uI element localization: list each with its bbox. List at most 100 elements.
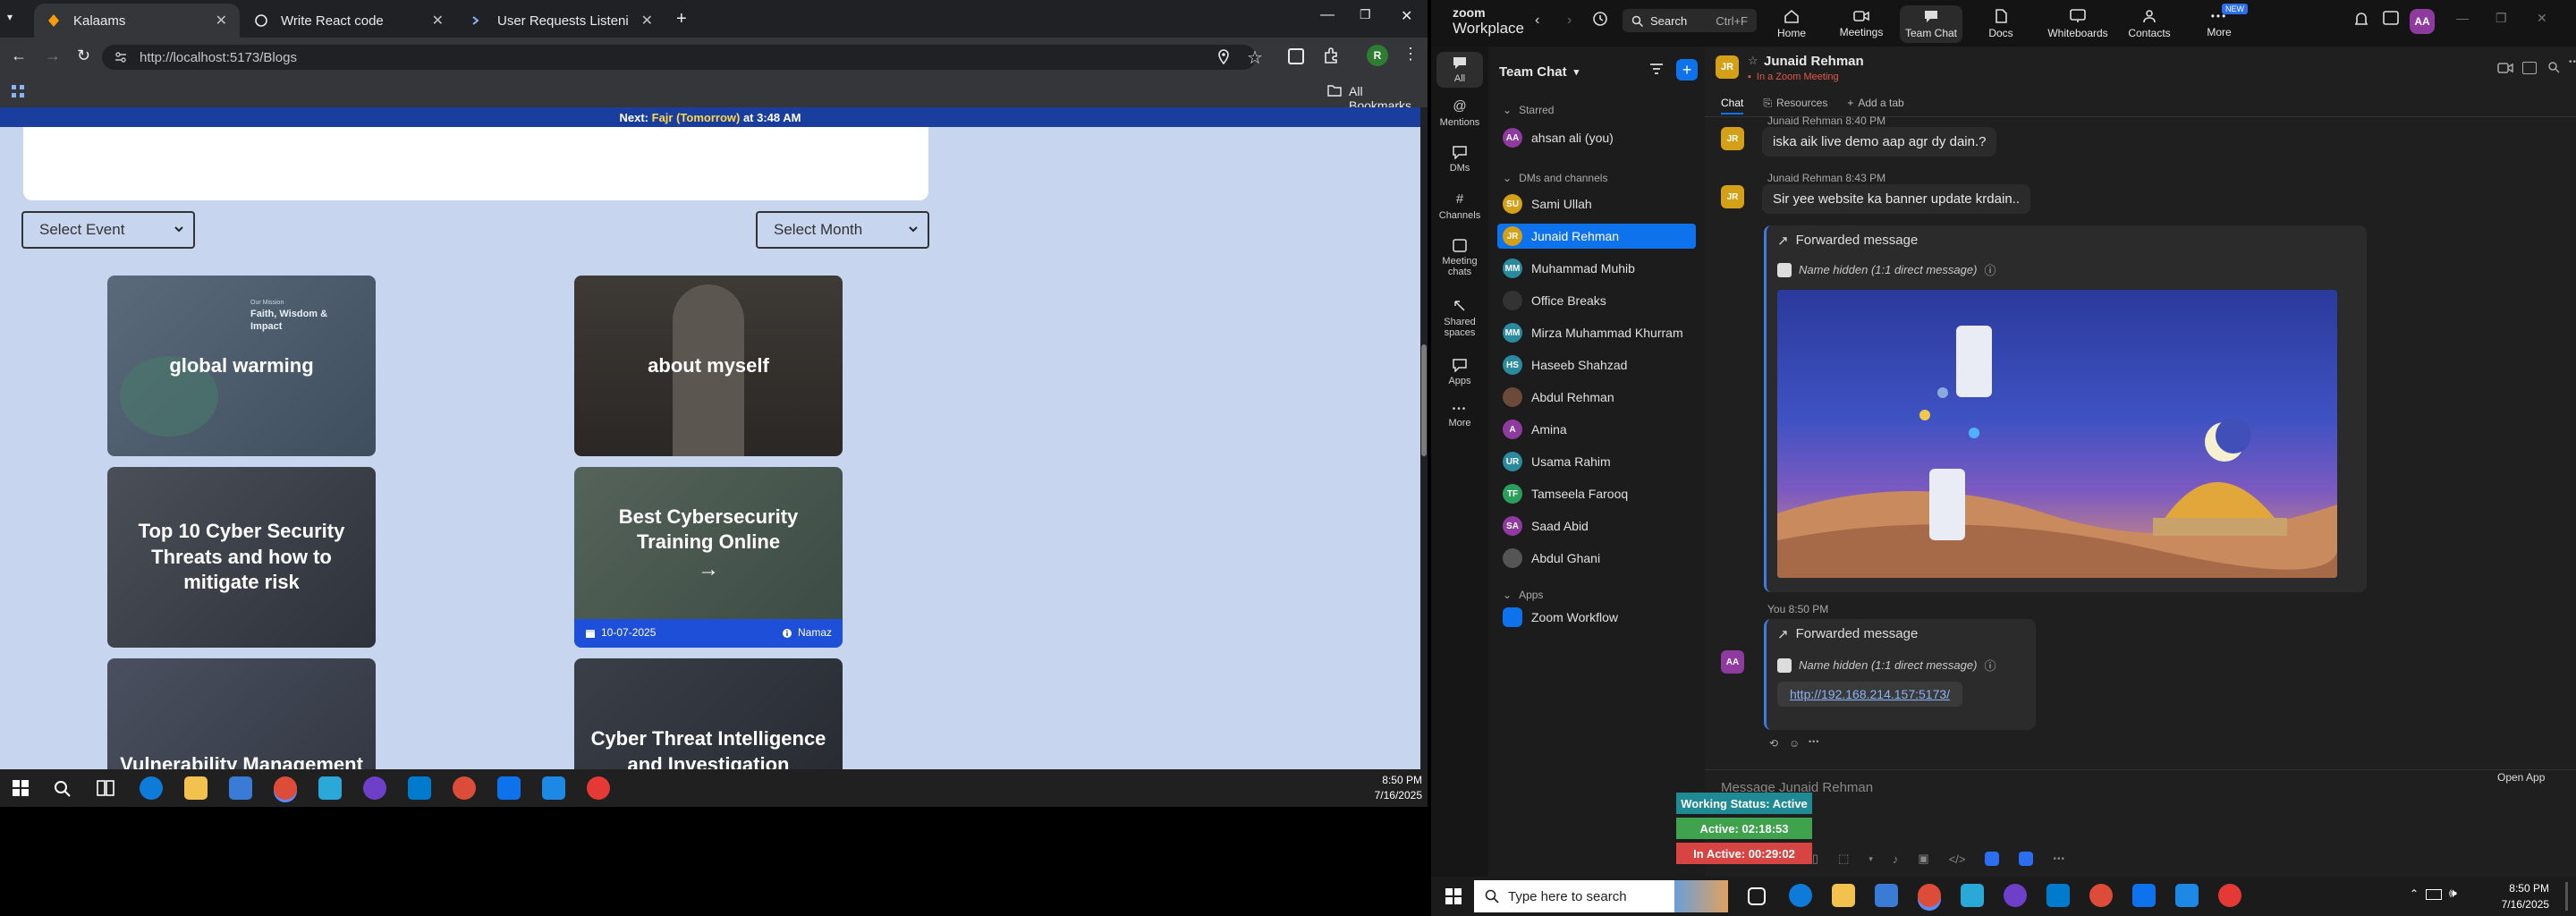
file-explorer-icon[interactable] bbox=[184, 776, 208, 800]
blog-card[interactable]: Cyber Threat Intelligence and Investigat… bbox=[574, 658, 843, 769]
nav-home[interactable]: Home bbox=[1760, 5, 1823, 43]
screen-share-icon[interactable] bbox=[2522, 62, 2537, 74]
star-icon[interactable]: ☆ bbox=[1748, 54, 1758, 68]
taskbar-search[interactable]: Type here to search bbox=[1474, 880, 1728, 912]
new-chat-plus-icon[interactable]: + bbox=[1676, 59, 1698, 81]
snipping-tool-icon[interactable] bbox=[587, 776, 610, 800]
shared-link[interactable]: http://192.168.214.157:5173/ bbox=[1777, 682, 1963, 707]
github-icon[interactable] bbox=[2004, 884, 2027, 907]
apps-panel-icon[interactable] bbox=[2383, 11, 2399, 25]
bookmark-star-icon[interactable]: ☆ bbox=[1247, 47, 1263, 69]
close-icon[interactable]: ✕ bbox=[2537, 11, 2547, 26]
app-row[interactable]: Zoom Workflow bbox=[1497, 605, 1696, 630]
close-tab-icon[interactable]: ✕ bbox=[432, 12, 444, 30]
code-snippet-icon[interactable]: </> bbox=[1949, 852, 1966, 866]
chevron-down-icon[interactable]: ▾ bbox=[1868, 854, 1873, 864]
contact-row[interactable]: JR Junaid Rehman bbox=[1497, 224, 1696, 249]
rail-channels[interactable]: # Channels bbox=[1431, 191, 1488, 221]
nav-whiteboards[interactable]: Whiteboards bbox=[2039, 5, 2116, 43]
blog-card[interactable]: about myself bbox=[574, 276, 843, 456]
chrome-profile-icon[interactable] bbox=[2089, 884, 2113, 907]
restore-icon[interactable]: ❐ bbox=[1360, 7, 1371, 22]
nav-meetings[interactable]: Meetings bbox=[1830, 5, 1893, 43]
contact-row[interactable]: MM Mirza Muhammad Khurram bbox=[1497, 320, 1696, 345]
microphone-icon[interactable]: ♪ bbox=[1893, 852, 1899, 866]
vpn-icon[interactable] bbox=[318, 776, 342, 800]
close-window-icon[interactable]: ✕ bbox=[1401, 7, 1412, 25]
nav-team-chat[interactable]: Team Chat bbox=[1900, 5, 1962, 43]
minimize-icon[interactable]: — bbox=[2456, 11, 2469, 25]
edge-icon[interactable] bbox=[140, 776, 163, 800]
reply-icon[interactable]: ⟲ bbox=[1769, 737, 1778, 750]
contact-row[interactable]: TF Tamseela Farooq bbox=[1497, 481, 1696, 506]
address-bar[interactable]: http://localhost:5173/Blogs bbox=[102, 45, 1256, 70]
filter-icon[interactable] bbox=[1649, 63, 1664, 75]
rail-dms[interactable]: DMs bbox=[1431, 145, 1488, 174]
rail-mentions[interactable]: @ Mentions bbox=[1431, 98, 1488, 128]
menu-dots-icon[interactable]: ⋮ bbox=[1402, 45, 1419, 64]
windows-start-icon[interactable] bbox=[1445, 888, 1462, 904]
tab-kalaams[interactable]: Kalaams ✕ bbox=[34, 4, 240, 38]
reading-mode-icon[interactable] bbox=[1288, 48, 1304, 64]
select-event-dropdown[interactable]: Select Event bbox=[21, 211, 195, 249]
chat-contact-name[interactable]: Junaid Rehman bbox=[1764, 54, 1864, 69]
forward-icon[interactable]: → bbox=[45, 47, 61, 65]
rail-more[interactable]: ••• More bbox=[1431, 404, 1488, 428]
site-info-icon[interactable] bbox=[114, 51, 127, 64]
vpn-icon[interactable] bbox=[1961, 884, 1984, 907]
team-chat-title[interactable]: Team Chat ▾ bbox=[1499, 64, 1579, 80]
contact-row[interactable]: MM Muhammad Muhib bbox=[1497, 256, 1696, 281]
network-icon[interactable] bbox=[2426, 889, 2442, 900]
volume-icon[interactable]: 🕪 bbox=[2449, 886, 2457, 901]
nav-contacts[interactable]: Contacts bbox=[2118, 5, 2181, 43]
rail-shared-spaces[interactable]: Shared spaces bbox=[1431, 299, 1488, 338]
rail-all[interactable]: All bbox=[1436, 52, 1483, 88]
rail-meeting-chats[interactable]: Meeting chats bbox=[1431, 238, 1488, 277]
github-icon[interactable] bbox=[363, 776, 386, 800]
rail-apps[interactable]: Apps bbox=[1431, 358, 1488, 386]
snipping-tool-icon[interactable] bbox=[2218, 884, 2241, 907]
message-text[interactable]: Sir yee website ka banner update krdain.… bbox=[1762, 184, 2030, 214]
tab-resources[interactable]: ⎘ Resources bbox=[1763, 97, 1827, 114]
dms-section[interactable]: ⌄ DMs and channels bbox=[1503, 172, 1607, 184]
right-clock[interactable]: 8:50 PM 7/16/2025 bbox=[2478, 880, 2549, 912]
photos-icon[interactable] bbox=[542, 776, 565, 800]
more-dots-icon[interactable]: ••• bbox=[2053, 854, 2065, 864]
arrow-right-icon[interactable]: → bbox=[698, 556, 719, 583]
location-icon[interactable] bbox=[1216, 49, 1231, 65]
zoom-icon[interactable] bbox=[2132, 884, 2156, 907]
more-dots-icon[interactable]: ••• bbox=[2569, 57, 2576, 67]
emoji-reaction-icon[interactable]: ☺ bbox=[1789, 737, 1800, 750]
app-integration-icon[interactable] bbox=[2019, 852, 2034, 866]
contact-row[interactable]: UR Usama Rahim bbox=[1497, 449, 1696, 474]
message-text[interactable]: iska aik live demo aap agr dy dain.? bbox=[1762, 127, 1997, 157]
scrollbar-thumb[interactable] bbox=[1421, 344, 1427, 456]
app-integration-icon[interactable] bbox=[1985, 852, 2000, 866]
tab-search-icon[interactable]: ▾ bbox=[7, 11, 13, 23]
zoom-search[interactable]: Search Ctrl+F bbox=[1623, 9, 1757, 32]
vscode-icon[interactable] bbox=[2046, 884, 2070, 907]
contact-row[interactable]: SU Sami Ullah bbox=[1497, 191, 1696, 216]
contact-row[interactable]: HS Haseeb Shahzad bbox=[1497, 352, 1696, 377]
contact-row[interactable]: Office Breaks bbox=[1497, 288, 1696, 313]
nav-docs[interactable]: Docs bbox=[1970, 5, 2032, 43]
left-clock[interactable]: 8:50 PM 7/16/2025 bbox=[1342, 773, 1422, 803]
tab-add[interactable]: + Add a tab bbox=[1847, 97, 1903, 114]
tab-chat[interactable]: Chat bbox=[1721, 97, 1744, 114]
banner-image[interactable] bbox=[1777, 290, 2337, 578]
file-icon[interactable]: ▯ bbox=[1812, 852, 1818, 866]
back-icon[interactable]: ← bbox=[11, 47, 27, 65]
screenshot-icon[interactable]: ⬚ bbox=[1838, 852, 1849, 866]
chrome-profile-icon[interactable] bbox=[453, 776, 476, 800]
blog-card[interactable]: Our Mission Faith, Wisdom & Impact globa… bbox=[107, 276, 376, 456]
video-call-icon[interactable] bbox=[2497, 63, 2513, 73]
store-icon[interactable] bbox=[1875, 884, 1898, 907]
back-icon[interactable]: ‹ bbox=[1535, 13, 1539, 29]
starred-section[interactable]: ⌄ Starred bbox=[1503, 104, 1554, 116]
reload-icon[interactable]: ↻ bbox=[77, 47, 90, 65]
chrome-icon[interactable] bbox=[274, 776, 297, 800]
forward-icon[interactable]: › bbox=[1567, 13, 1572, 29]
show-desktop-button[interactable] bbox=[2565, 882, 2568, 911]
contact-row[interactable]: Abdul Ghani bbox=[1497, 546, 1696, 571]
edge-icon[interactable] bbox=[1789, 884, 1812, 907]
